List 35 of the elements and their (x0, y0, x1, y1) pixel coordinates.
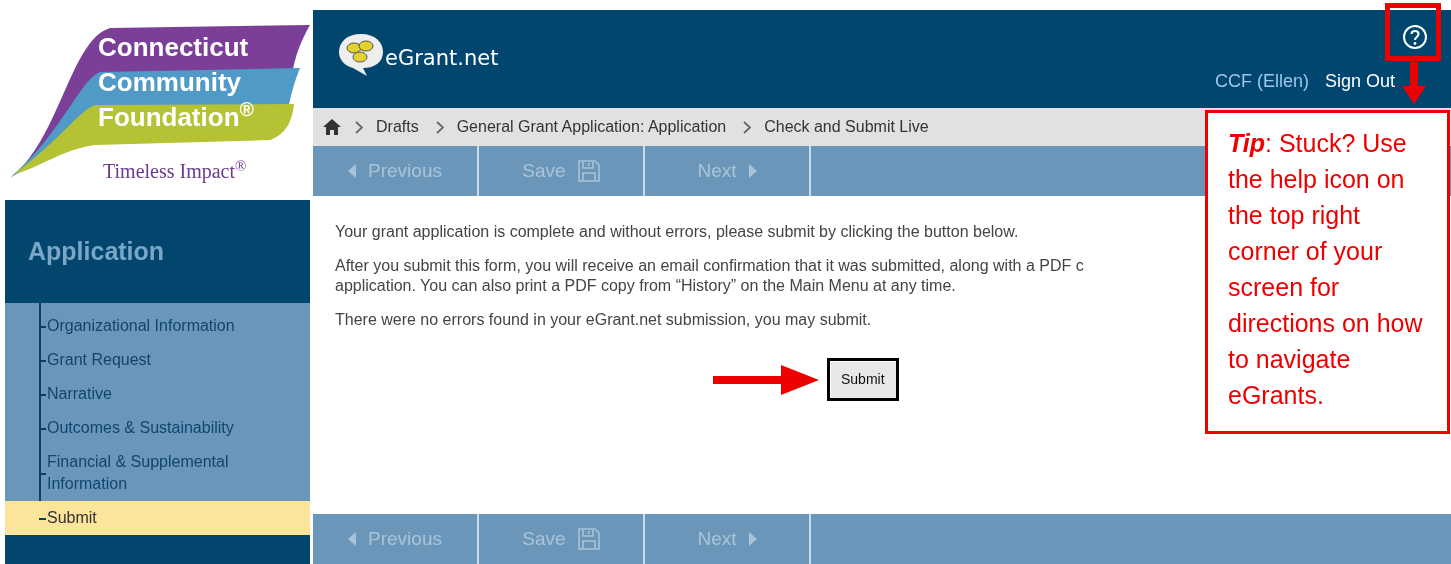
sidebar-item[interactable]: Outcomes & Sustainability (5, 411, 310, 445)
caret-left-icon (348, 164, 357, 178)
logo-text: Connecticut (98, 31, 250, 64)
breadcrumb-link[interactable]: General Grant Application: Application (456, 115, 727, 139)
logo-text: Community (98, 66, 242, 99)
sidebar-item[interactable]: Submit (5, 501, 310, 535)
content-text: Your grant application is complete and without errors, please submit by clicking the button below. (335, 222, 1019, 242)
chevron-right-icon (435, 120, 444, 134)
chevron-right-icon (355, 120, 363, 134)
arrow-icon (713, 364, 819, 395)
home-icon[interactable] (322, 118, 342, 136)
help-icon[interactable] (1402, 24, 1428, 50)
tip-text: Tip: Stuck? Use the help icon on the top right corner of your screen for directions on how to navigate eGrants. (1228, 128, 1424, 411)
sidebar-title: Application (28, 235, 165, 267)
sidebar-item[interactable]: Organizational Information (5, 309, 310, 343)
brand-name: eGrant.net (385, 44, 499, 72)
arrow-icon (1402, 62, 1426, 104)
highlight-frame (1385, 3, 1441, 61)
user-name: CCF (Ellen) (1214, 70, 1309, 93)
logo-tagline: Timeless Impact$^{®}$ (103, 156, 247, 185)
sidebar-item[interactable]: Grant Request (5, 343, 310, 377)
caret-right-icon (748, 532, 757, 546)
content-text: There were no errors found in your eGrant.net submission, you may submit. (335, 310, 872, 330)
chevron-right-icon (743, 120, 752, 134)
content-text: After you submit this form, you will receive an email confirmation that it was submitted, along with a PDF c (335, 256, 1084, 276)
content-text: application. You can also print a PDF copy from “History” on the Main Menu at any time. (335, 276, 956, 296)
sidebar-item[interactable]: Narrative (5, 377, 310, 411)
caret-left-icon (348, 532, 357, 546)
caret-right-icon (748, 164, 757, 178)
sidebar-item[interactable]: Financial & Supplemental Information (5, 445, 310, 501)
submit-button[interactable]: Submit (827, 358, 899, 401)
sign-out-link[interactable]: Sign Out (1324, 68, 1395, 95)
breadcrumb-link[interactable]: Drafts (376, 115, 419, 139)
breadcrumb-link[interactable]: Check and Submit Live (764, 115, 929, 139)
logo-text: Foundation$^{®}$ (98, 100, 254, 134)
